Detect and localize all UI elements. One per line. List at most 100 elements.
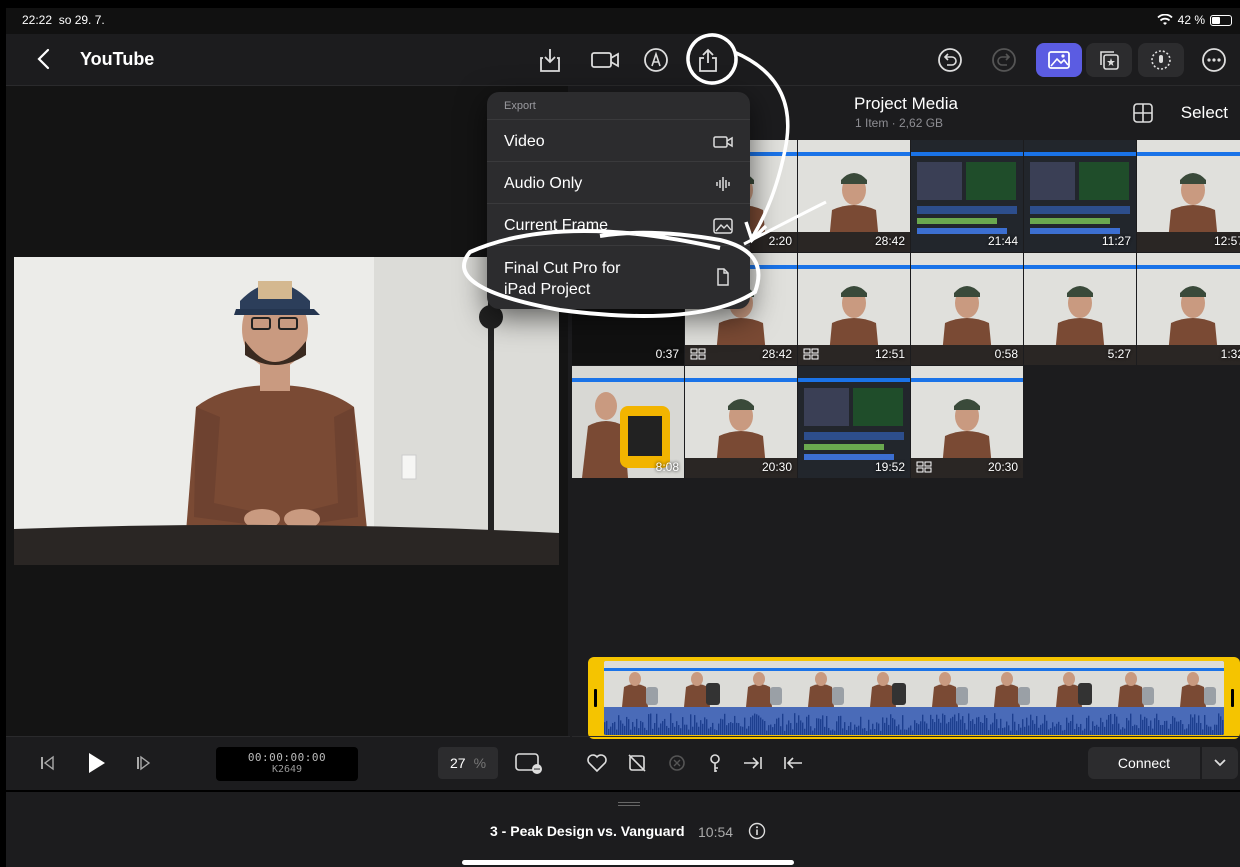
waveform-bar [746,728,748,735]
waveform-bar [652,728,654,735]
waveform-bar [1168,728,1170,735]
waveform-bar [858,725,860,735]
redo-icon[interactable] [990,46,1018,74]
waveform-bar [934,722,936,735]
waveform-bar [1116,716,1118,735]
reject-icon[interactable] [626,752,648,774]
media-thumbnail[interactable]: 0:58 [911,253,1023,365]
waveform-bar [1216,724,1218,735]
waveform-bar [752,715,754,735]
waveform-bar [1126,717,1128,735]
waveform-bar [986,718,988,735]
back-label[interactable]: YouTube [80,49,154,70]
pen-circle-icon[interactable] [642,46,670,74]
waveform-bar [1100,717,1102,735]
waveform-bar [832,729,834,735]
heart-icon[interactable] [586,752,608,774]
waveform-bar [708,728,710,735]
export-project-item[interactable]: Final Cut Pro for iPad Project [487,246,750,308]
media-thumbnail[interactable]: 20:30 [911,366,1023,478]
keyword-icon[interactable] [704,752,726,774]
waveform-bar [1088,715,1090,735]
audio-waveform [604,707,1224,735]
waveform-bar [1118,723,1120,735]
waveform-bar [880,730,882,735]
grid-view-icon[interactable] [1132,102,1154,124]
project-bar[interactable]: 3 - Peak Design vs. Vanguard 10:54 [6,790,1240,867]
export-audio-item[interactable]: Audio Only [487,162,750,204]
undo-icon[interactable] [936,46,964,74]
waveform-bar [1208,726,1210,735]
viewer-options-icon[interactable] [514,751,544,775]
waveform-bar [1004,727,1006,735]
append-icon[interactable] [782,752,804,774]
select-button[interactable]: Select [1181,103,1228,123]
media-thumbnail[interactable]: 1:32 [1137,253,1240,365]
thumbnail-duration: 20:30 [987,460,1018,474]
waveform-bar [658,727,660,735]
waveform-bar [696,722,698,735]
trim-handle-right[interactable] [1231,689,1234,707]
waveform-bar [1028,725,1030,735]
menu-item-label: Video [504,133,545,150]
waveform-bar [1140,714,1142,735]
timecode-display[interactable]: 00:00:00:00 K2649 [216,747,358,781]
chevron-left-icon[interactable] [34,46,54,72]
waveform-bar [1200,723,1202,735]
step-back-icon[interactable] [38,754,56,772]
zoom-control[interactable]: 27 % [438,747,498,779]
waveform-bar [1124,728,1126,735]
insert-icon[interactable] [742,752,764,774]
waveform-bar [710,726,712,735]
voiceover-button[interactable] [1138,43,1184,77]
waveform-bar [704,717,706,735]
waveform-bar [780,726,782,735]
info-icon[interactable] [748,822,766,840]
step-forward-icon[interactable] [134,754,152,772]
waveform-bar [990,724,992,735]
trim-handle-left[interactable] [594,689,597,707]
media-thumbnail[interactable]: 20:30 [685,366,797,478]
media-thumbnail[interactable]: 12:51 [798,253,910,365]
media-thumbnail[interactable]: 8:08 [572,366,684,478]
multicam-icon [916,461,932,473]
waveform-bar [1154,718,1156,735]
media-browser-button[interactable] [1036,43,1082,77]
waveform-bar [676,721,678,735]
effects-button[interactable] [1086,43,1132,77]
media-thumbnail[interactable]: 28:42 [798,140,910,252]
camera-icon[interactable] [588,46,622,74]
connect-options-button[interactable] [1202,747,1238,779]
clip-filmstrip[interactable] [588,657,1240,739]
export-frame-item[interactable]: Current Frame [487,204,750,246]
thumbnail-duration: 0:58 [994,347,1018,361]
media-thumbnail[interactable]: 5:27 [1024,253,1136,365]
video-preview[interactable] [14,257,559,565]
play-icon[interactable] [84,751,108,775]
waveform-bar [738,723,740,735]
waveform-bar [778,717,780,735]
waveform-bar [1012,713,1014,735]
waveform-bar [1172,716,1174,735]
more-icon[interactable] [1200,46,1228,74]
waveform-bar [1128,720,1130,735]
media-thumbnail[interactable]: 12:57 [1137,140,1240,252]
waveform-bar [782,713,784,735]
waveform-bar [1166,720,1168,735]
waveform-bar [976,717,978,735]
clear-rating-icon[interactable] [666,752,688,774]
media-thumbnail[interactable]: 11:27 [1024,140,1136,252]
media-thumbnail[interactable]: 19:52 [798,366,910,478]
connect-button[interactable]: Connect [1088,747,1200,779]
media-thumbnail[interactable]: 21:44 [911,140,1023,252]
export-video-item[interactable]: Video [487,120,750,162]
waveform-bar [732,723,734,735]
import-icon[interactable] [536,46,564,74]
waveform-bar [632,722,634,735]
waveform-bar [622,723,624,735]
waveform-bar [1058,721,1060,735]
waveform-bar [1220,716,1222,735]
drag-handle-icon[interactable] [618,802,640,806]
zoom-unit: % [473,755,487,771]
share-icon[interactable] [694,46,722,74]
